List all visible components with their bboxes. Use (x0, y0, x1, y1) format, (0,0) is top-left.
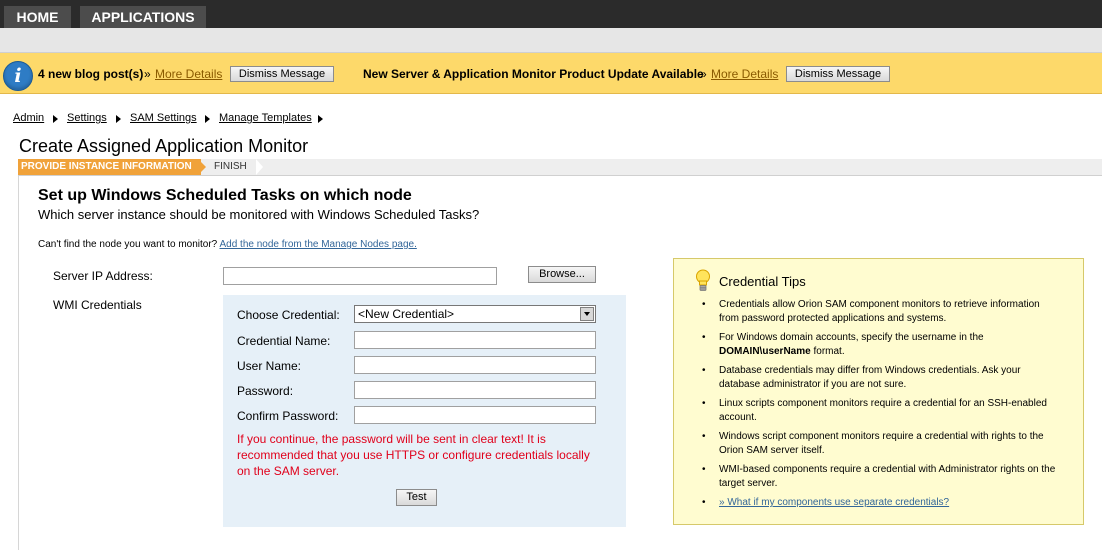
wizard-step-arrow (256, 159, 263, 175)
top-nav-bar: HOME APPLICATIONS (0, 0, 1102, 28)
server-ip-label: Server IP Address: (53, 269, 153, 283)
cant-find-node-text: Can't find the node you want to monitor?… (38, 239, 417, 250)
tip-item: Windows script component monitors requir… (702, 430, 1062, 458)
password-label: Password: (237, 384, 294, 398)
server-ip-input[interactable] (223, 267, 497, 285)
notification-bar: i 4 new blog post(s) » More Details Dism… (0, 53, 1102, 94)
choose-credential-label: Choose Credential: (237, 308, 340, 322)
credential-tips-panel: Credential Tips Credentials allow Orion … (673, 258, 1084, 525)
clear-text-warning: If you continue, the password will be se… (237, 432, 590, 478)
dismiss-message-button-2[interactable]: Dismiss Message (786, 66, 890, 82)
wizard-step-provide-instance: PROVIDE INSTANCE INFORMATION (18, 159, 201, 175)
info-icon: i (3, 61, 33, 91)
breadcrumb-sam-settings[interactable]: SAM Settings (130, 112, 197, 124)
nav-tab-home[interactable]: HOME (4, 6, 71, 28)
sub-nav-bar (0, 28, 1102, 53)
tip-item: WMI-based components require a credentia… (702, 463, 1062, 491)
password-input[interactable] (354, 381, 596, 399)
confirm-password-input[interactable] (354, 406, 596, 424)
more-details-link[interactable]: More Details (155, 67, 222, 81)
wizard-step-finish: FINISH (214, 161, 247, 172)
credential-tips-title: Credential Tips (719, 274, 806, 289)
choose-credential-value: <New Credential> (358, 307, 455, 321)
tip-item: For Windows domain accounts, specify the… (702, 331, 1062, 359)
product-update-text: New Server & Application Monitor Product… (363, 67, 704, 81)
credential-name-input[interactable] (354, 331, 596, 349)
breadcrumb-arrow-icon (53, 115, 58, 123)
breadcrumb-admin[interactable]: Admin (13, 112, 44, 124)
dismiss-message-button[interactable]: Dismiss Message (230, 66, 334, 82)
blog-posts-text: 4 new blog post(s) (38, 67, 144, 81)
separator: » (144, 67, 151, 81)
tip-item: Database credentials may differ from Win… (702, 364, 1062, 392)
separate-credentials-link[interactable]: » What if my components use separate cre… (719, 497, 949, 508)
confirm-password-label: Confirm Password: (237, 409, 339, 423)
choose-credential-select[interactable]: <New Credential> (354, 305, 596, 323)
page-title: Create Assigned Application Monitor (19, 136, 309, 156)
credential-tips-list: Credentials allow Orion SAM component mo… (702, 298, 1062, 515)
tip-item: Linux scripts component monitors require… (702, 397, 1062, 425)
form-heading: Set up Windows Scheduled Tasks on which … (38, 187, 412, 204)
breadcrumb-arrow-icon (205, 115, 210, 123)
breadcrumb-arrow-icon (318, 115, 323, 123)
lightbulb-icon (696, 269, 710, 291)
separator: » (700, 67, 707, 81)
wizard-step-arrow (198, 159, 206, 175)
credential-name-label: Credential Name: (237, 334, 331, 348)
cant-find-label: Can't find the node you want to monitor? (38, 239, 218, 250)
breadcrumb-manage-templates[interactable]: Manage Templates (219, 112, 312, 124)
more-details-link-2[interactable]: More Details (711, 67, 778, 81)
user-name-label: User Name: (237, 359, 302, 373)
domain-username-text: DOMAIN\userName (719, 346, 811, 357)
chevron-down-icon[interactable] (580, 307, 594, 321)
tip-item: Credentials allow Orion SAM component mo… (702, 298, 1062, 326)
test-button[interactable]: Test (396, 489, 437, 506)
breadcrumb-settings[interactable]: Settings (67, 112, 107, 124)
tip-item: » What if my components use separate cre… (702, 496, 1062, 510)
wmi-credentials-label: WMI Credentials (53, 298, 142, 312)
nav-tab-applications[interactable]: APPLICATIONS (80, 6, 206, 28)
form-subheading: Which server instance should be monitore… (38, 207, 480, 222)
user-name-input[interactable] (354, 356, 596, 374)
breadcrumb-arrow-icon (116, 115, 121, 123)
add-node-link[interactable]: Add the node from the Manage Nodes page. (219, 239, 416, 250)
browse-button[interactable]: Browse... (528, 266, 596, 283)
